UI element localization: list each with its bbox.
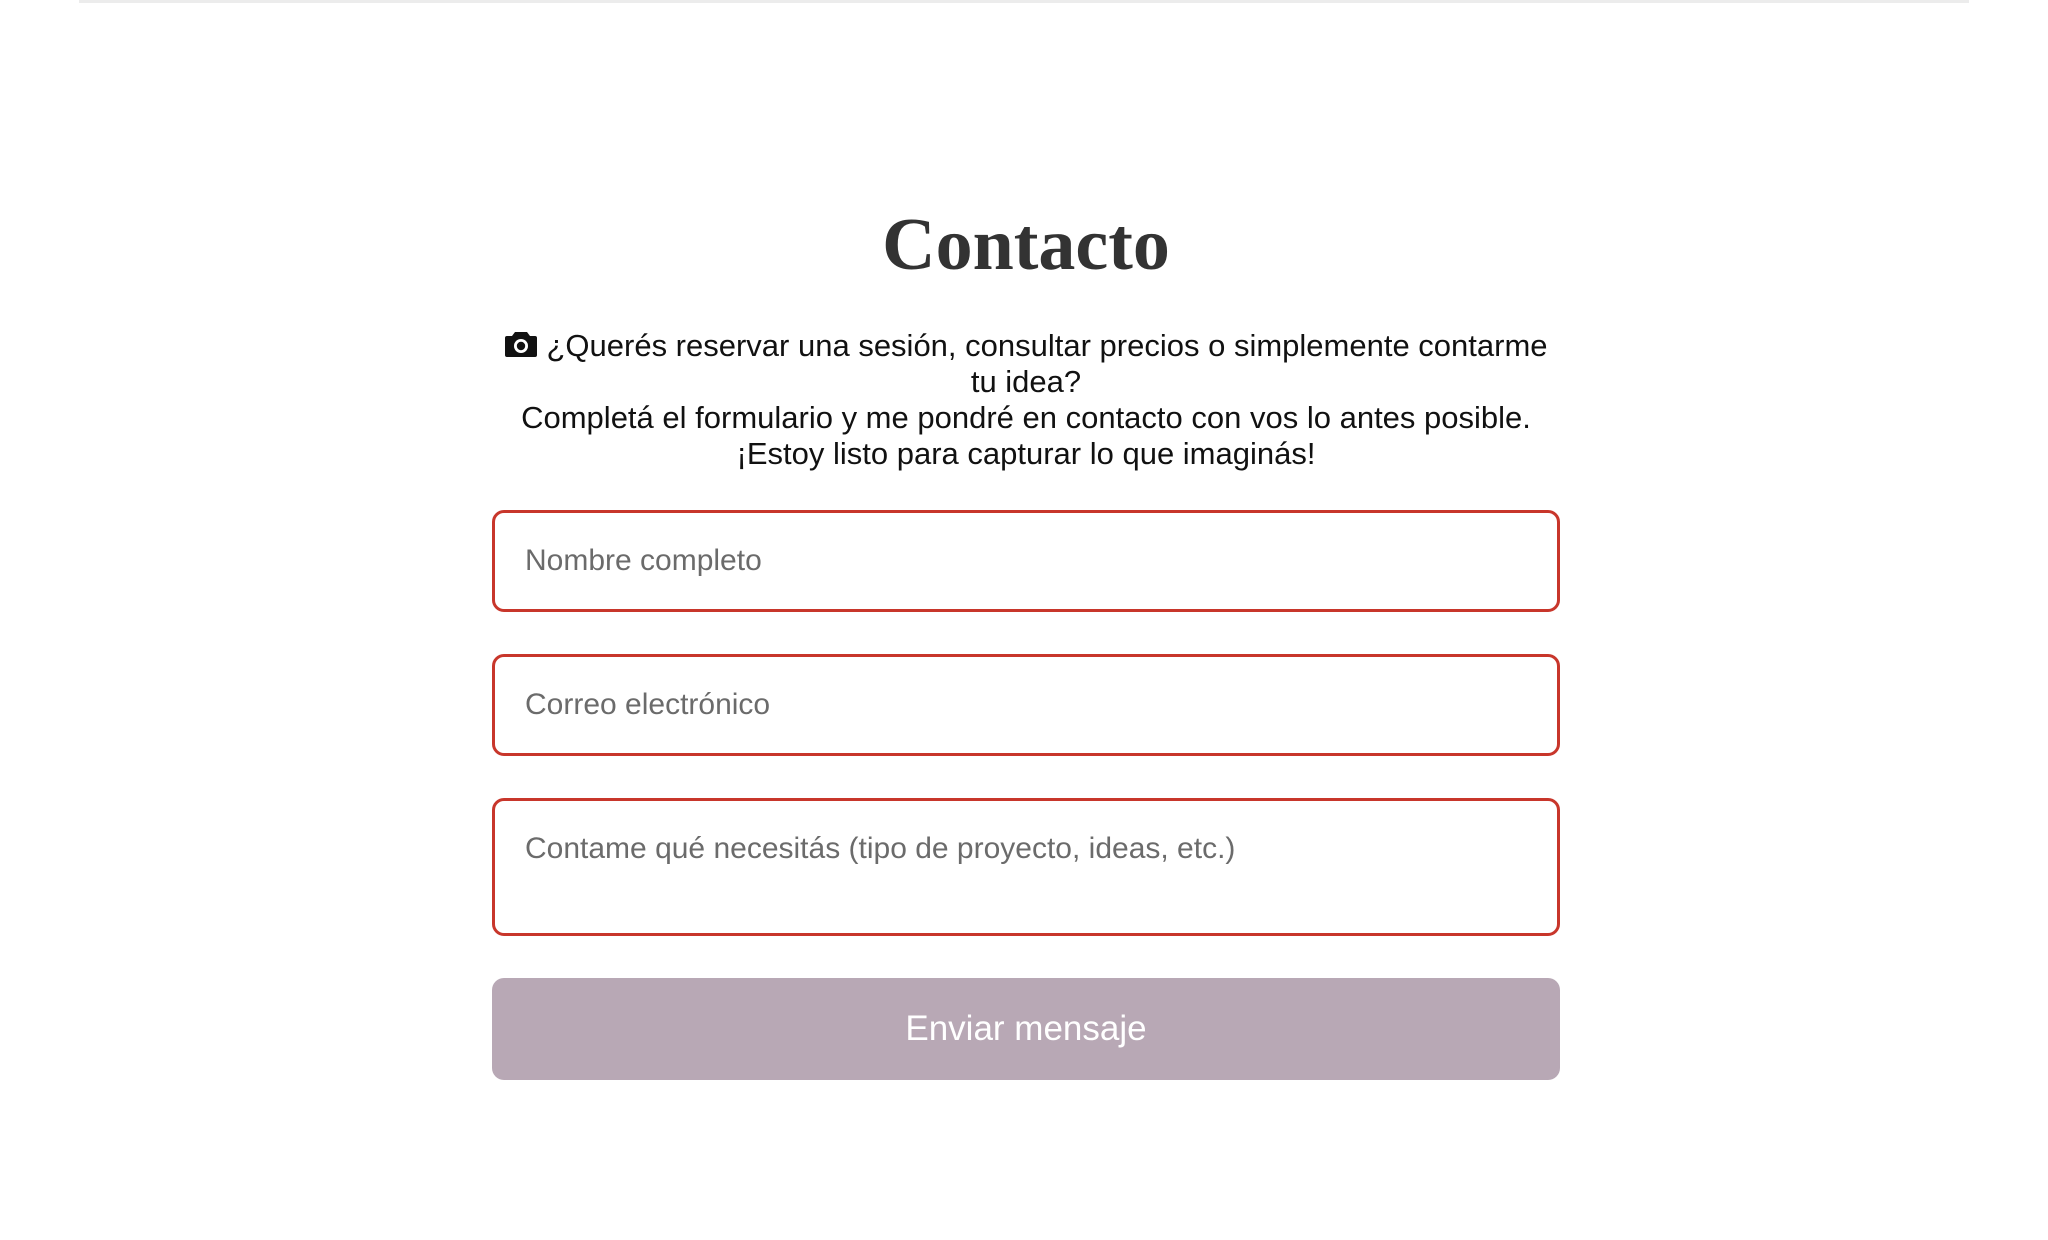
page-title: Contacto <box>882 204 1170 286</box>
contact-section: Contacto ¿Querés reservar una sesión, co… <box>492 200 1560 1080</box>
name-field[interactable] <box>492 510 1560 612</box>
camera-icon <box>504 330 538 357</box>
intro-line-3: ¡Estoy listo para capturar lo que imagin… <box>736 436 1316 471</box>
submit-button[interactable]: Enviar mensaje <box>492 978 1560 1080</box>
intro-line-2: Completá el formulario y me pondré en co… <box>521 400 1531 435</box>
message-field[interactable] <box>492 798 1560 936</box>
intro-line-1: ¿Querés reservar una sesión, consultar p… <box>546 328 1548 399</box>
email-field[interactable] <box>492 654 1560 756</box>
top-divider <box>79 0 1969 3</box>
contact-form: Enviar mensaje <box>492 510 1560 1080</box>
intro-text: ¿Querés reservar una sesión, consultar p… <box>492 328 1560 472</box>
